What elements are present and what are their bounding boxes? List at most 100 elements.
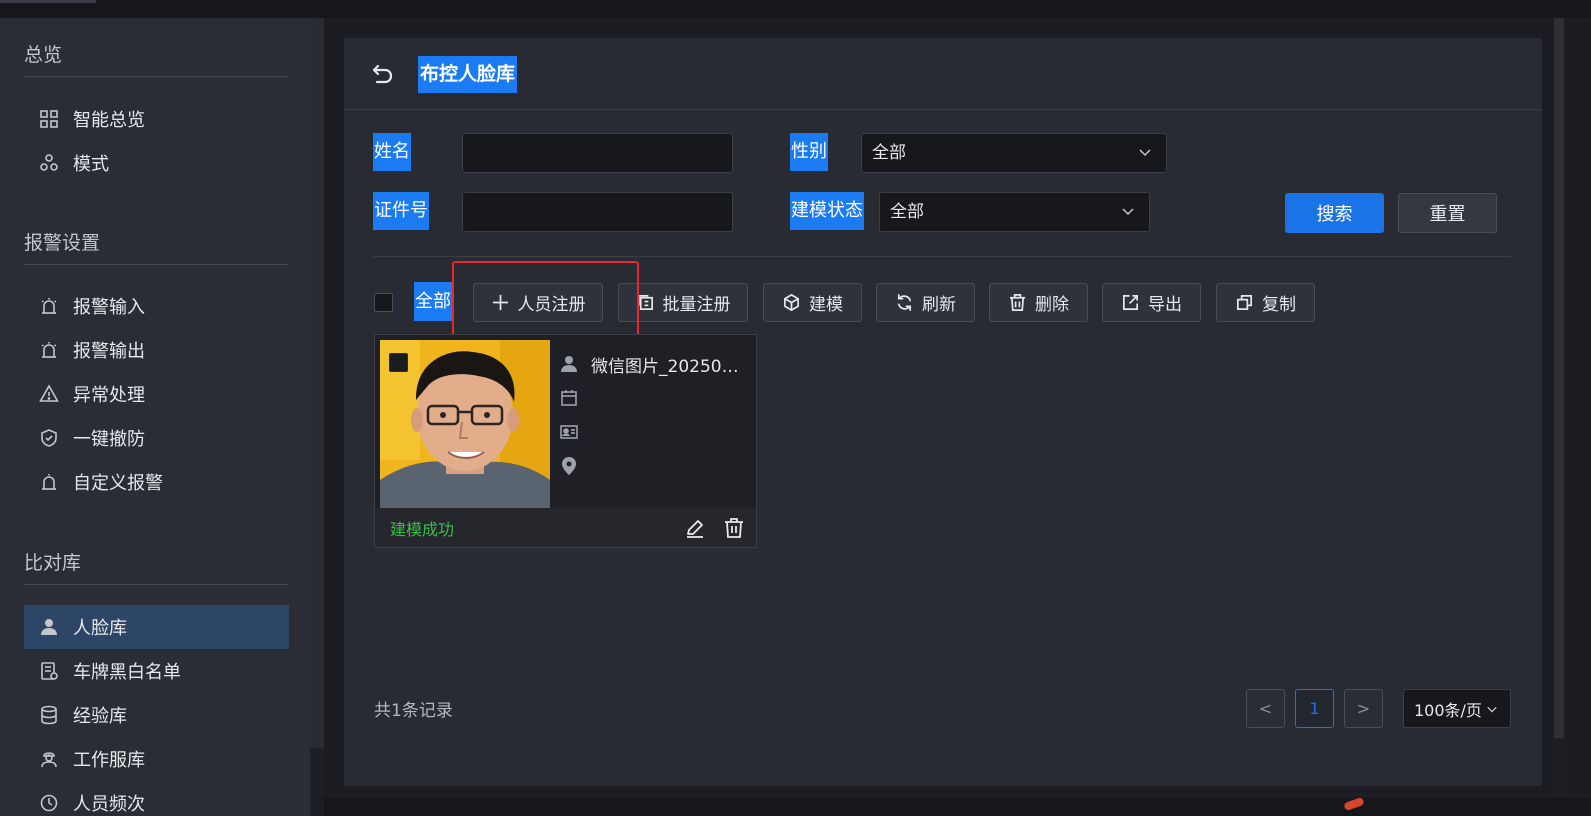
- main-scrollbar[interactable]: [1552, 18, 1566, 798]
- section-divider: [373, 256, 1511, 257]
- export-button[interactable]: 导出: [1102, 283, 1201, 322]
- sidebar-item-mode[interactable]: 模式: [24, 141, 289, 185]
- search-button[interactable]: 搜索: [1285, 193, 1384, 233]
- list-icon: [38, 660, 60, 682]
- batch-register-button[interactable]: 批量注册: [618, 283, 748, 322]
- id-card-icon: [560, 425, 578, 439]
- card-date-row: [559, 381, 755, 415]
- sidebar-item-custom-alarm[interactable]: 自定义报警: [24, 460, 289, 504]
- sidebar-section-title-overview: 总览: [24, 44, 63, 66]
- gender-select[interactable]: 全部: [861, 133, 1167, 173]
- button-label: 人员注册: [517, 295, 586, 315]
- sidebar-item-label: 异常处理: [73, 385, 145, 406]
- page-size-value: 100条/页: [1414, 700, 1482, 720]
- sidebar-item-plate-list[interactable]: 车牌黑白名单: [24, 649, 289, 693]
- model-status-label: 建模状态: [790, 192, 864, 230]
- gender-label: 性别: [790, 133, 828, 171]
- clock-icon: [38, 792, 60, 814]
- button-label: 导出: [1148, 295, 1182, 315]
- reset-button[interactable]: 重置: [1398, 193, 1497, 233]
- worker-icon: [38, 748, 60, 770]
- export-icon: [1122, 294, 1139, 311]
- prev-page-button[interactable]: <: [1246, 689, 1285, 728]
- copy-icon: [1236, 294, 1253, 311]
- sidebar-item-label: 人脸库: [73, 618, 127, 639]
- chevron-down-icon: [1139, 149, 1151, 157]
- sidebar-item-disarm[interactable]: 一键撤防: [24, 416, 289, 460]
- trash-icon: [1009, 294, 1026, 311]
- id-input[interactable]: [462, 192, 733, 232]
- button-label: 建模: [809, 295, 843, 315]
- tab-stub: [0, 0, 96, 3]
- face-card[interactable]: 微信图片_20250712... 建模成功: [374, 334, 757, 548]
- button-label: 刷新: [922, 295, 956, 315]
- sidebar-item-smart-overview[interactable]: 智能总览: [24, 97, 289, 141]
- card-footer: 建模成功: [375, 508, 756, 547]
- delete-button[interactable]: 删除: [989, 283, 1088, 322]
- chevron-right-icon: >: [1356, 699, 1371, 718]
- alarm-output-icon: [38, 339, 60, 361]
- sidebar-item-alarm-output[interactable]: 报警输出: [24, 328, 289, 372]
- alarm-input-icon: [38, 295, 60, 317]
- main-scrollbar-thumb[interactable]: [1554, 18, 1564, 738]
- mode-icon: [38, 152, 60, 174]
- copy-button[interactable]: 复制: [1216, 283, 1315, 322]
- sidebar-divider: [24, 76, 289, 77]
- chevron-left-icon: <: [1258, 699, 1273, 718]
- sidebar-item-label: 车牌黑白名单: [73, 662, 181, 683]
- model-status-select-value: 全部: [890, 202, 924, 222]
- button-label: 复制: [1262, 295, 1296, 315]
- page-size-select[interactable]: 100条/页: [1403, 689, 1511, 728]
- button-label: 批量注册: [662, 295, 731, 315]
- select-all-label[interactable]: 全部: [414, 282, 452, 321]
- sidebar-item-face-library[interactable]: 人脸库: [24, 605, 289, 649]
- plus-icon: [492, 294, 508, 311]
- button-label: 删除: [1035, 295, 1069, 315]
- sidebar-item-experience[interactable]: 经验库: [24, 693, 289, 737]
- record-count: 共1条记录: [374, 701, 453, 721]
- warning-icon: [38, 383, 60, 405]
- card-id-row: [559, 415, 755, 449]
- next-page-button[interactable]: >: [1344, 689, 1383, 728]
- sidebar-item-alarm-input[interactable]: 报警输入: [24, 284, 289, 328]
- name-input[interactable]: [462, 133, 733, 173]
- sidebar-item-label: 自定义报警: [73, 473, 163, 494]
- sidebar-item-label: 模式: [73, 154, 109, 175]
- refresh-button[interactable]: 刷新: [876, 283, 975, 322]
- sidebar-item-label: 报警输入: [73, 297, 145, 318]
- sidebar-scrollbar[interactable]: [310, 18, 324, 816]
- trash-icon[interactable]: [723, 517, 745, 539]
- batch-icon: [637, 294, 653, 311]
- sidebar-item-exception[interactable]: 异常处理: [24, 372, 289, 416]
- model-button[interactable]: 建模: [763, 283, 862, 322]
- card-location-row: [559, 449, 755, 483]
- edit-icon[interactable]: [684, 517, 706, 539]
- page-number-button[interactable]: 1: [1295, 689, 1334, 728]
- register-person-button[interactable]: 人员注册: [473, 283, 603, 322]
- shield-icon: [38, 427, 60, 449]
- sidebar-item-label: 工作服库: [73, 750, 145, 771]
- status-badge: 建模成功: [390, 520, 455, 539]
- bottom-bar: [324, 798, 1591, 816]
- chevron-down-icon: [1487, 706, 1497, 713]
- back-icon[interactable]: [370, 62, 396, 88]
- select-all-checkbox[interactable]: [374, 293, 393, 312]
- cube-icon: [783, 294, 800, 311]
- dashboard-icon: [38, 108, 60, 130]
- refresh-icon: [897, 294, 912, 311]
- main-panel: 布控人脸库 姓名 性别 全部 证件号 建模状态 全部 搜索 重置 全部 人员注册…: [344, 38, 1542, 786]
- model-status-select[interactable]: 全部: [879, 192, 1150, 232]
- sidebar-item-frequency[interactable]: 人员频次: [24, 781, 289, 816]
- sidebar-section-title-library: 比对库: [24, 552, 82, 574]
- sidebar-item-uniform[interactable]: 工作服库: [24, 737, 289, 781]
- chevron-down-icon: [1122, 208, 1134, 216]
- top-bar: [0, 0, 1591, 18]
- sidebar-divider: [24, 584, 289, 585]
- person-icon: [38, 616, 60, 638]
- sidebar-item-label: 经验库: [73, 706, 127, 727]
- location-pin-icon: [562, 457, 576, 475]
- card-checkbox[interactable]: [389, 353, 408, 372]
- panel-header: 布控人脸库: [344, 38, 1542, 110]
- sidebar-item-label: 一键撤防: [73, 429, 145, 450]
- sidebar-scrollbar-thumb[interactable]: [310, 18, 324, 748]
